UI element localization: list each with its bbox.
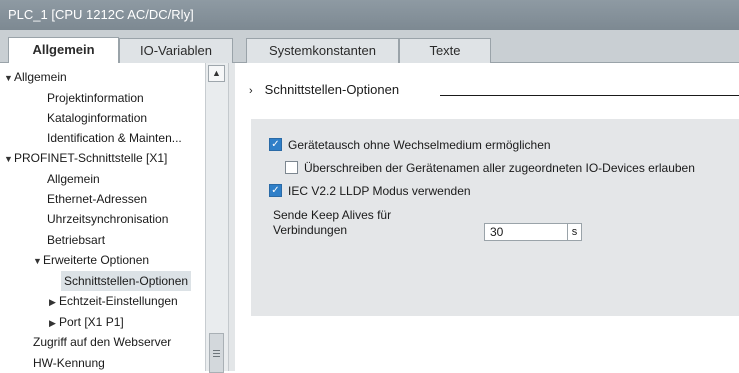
section-header[interactable]: › Schnittstellen-Optionen — [249, 82, 399, 97]
options-panel: ✓ Gerätetausch ohne Wechselmedium ermögli… — [251, 119, 739, 316]
tree-item-echtzeit-einstellungen[interactable]: ▶ Echtzeit-Einstellungen — [49, 291, 178, 311]
tab-texte[interactable]: Texte — [399, 38, 491, 63]
properties-content: › Schnittstellen-Optionen ✓ Gerätetausch o… — [235, 63, 739, 371]
tree-item-uhrzeitsynchronisation[interactable]: Uhrzeitsynchronisation — [47, 209, 168, 229]
device-replacement-option: ✓ Gerätetausch ohne Wechselmedium ermögli… — [269, 136, 551, 154]
device-replacement-checkbox[interactable]: ✓ — [269, 138, 282, 152]
panel-splitter[interactable] — [228, 63, 235, 371]
keep-alive-label-line1: Sende Keep Alives für — [273, 208, 392, 222]
lldp-mode-label: IEC V2.2 LLDP Modus verwenden — [288, 184, 471, 198]
tab-allgemein[interactable]: Allgemein — [8, 37, 119, 64]
tree-item-label: Allgemein — [14, 70, 67, 84]
tree-item-erweiterte-optionen[interactable]: ▼Erweiterte Optionen — [33, 250, 149, 270]
tree-item-profinet-allgemein[interactable]: Allgemein — [47, 169, 100, 189]
overwrite-names-checkbox[interactable] — [285, 161, 298, 175]
tab-systemkonstanten[interactable]: Systemkonstanten — [246, 38, 399, 63]
tree-item-label: PROFINET-Schnittstelle [X1] — [14, 151, 168, 165]
keep-alive-input[interactable]: 30 — [484, 223, 568, 241]
section-title: Schnittstellen-Optionen — [264, 82, 400, 97]
expand-down-icon[interactable]: ▼ — [4, 149, 14, 169]
tree-item-port-x1-p1[interactable]: ▶ Port [X1 P1] — [49, 312, 124, 332]
tree-item-label: Port [X1 P1] — [59, 315, 124, 329]
tab-bar: Allgemein IO-Variablen Systemkonstanten … — [0, 30, 739, 64]
tree-item-ethernet-adressen[interactable]: Ethernet-Adressen — [47, 189, 147, 209]
tab-io-variablen[interactable]: IO-Variablen — [119, 38, 233, 63]
tree-item-webserver[interactable]: Zugriff auf den Webserver — [33, 332, 171, 352]
scroll-up-icon[interactable]: ▲ — [208, 65, 225, 82]
device-replacement-label: Gerätetausch ohne Wechselmedium ermöglic… — [288, 138, 551, 152]
tree-item-label: Erweiterte Optionen — [43, 253, 150, 267]
keep-alive-label-line2: Verbindungen — [273, 223, 348, 237]
overwrite-names-label: Überschreiben der Gerätenamen aller zuge… — [304, 161, 695, 175]
overwrite-names-option: Überschreiben der Gerätenamen aller zuge… — [285, 159, 695, 177]
section-divider — [440, 95, 739, 96]
lldp-mode-option: ✓ IEC V2.2 LLDP Modus verwenden — [269, 182, 471, 200]
navigation-tree: ▼Allgemein Projektinformation Kataloginf… — [0, 63, 228, 371]
tree-item-profinet[interactable]: ▼PROFINET-Schnittstelle [X1] — [4, 148, 167, 168]
expand-right-icon[interactable]: ▶ — [49, 292, 59, 312]
tree-item-hw-kennung[interactable]: HW-Kennung — [33, 353, 105, 371]
keep-alive-unit: s — [568, 223, 582, 241]
scrollbar-thumb[interactable] — [209, 333, 224, 373]
tree-item-kataloginformation[interactable]: Kataloginformation — [47, 108, 147, 128]
tree-item-identification[interactable]: Identification & Mainten... — [47, 128, 182, 148]
expand-down-icon[interactable]: ▼ — [4, 68, 14, 88]
expand-right-icon[interactable]: ▶ — [49, 313, 59, 333]
tree-item-label: Echtzeit-Einstellungen — [59, 294, 178, 308]
lldp-mode-checkbox[interactable]: ✓ — [269, 184, 282, 198]
tree-item-betriebsart[interactable]: Betriebsart — [47, 230, 105, 250]
chevron-right-icon[interactable]: › — [249, 85, 253, 97]
tree-item-projektinformation[interactable]: Projektinformation — [47, 88, 144, 108]
window-title: PLC_1 [CPU 1212C AC/DC/Rly] — [0, 0, 739, 30]
tree-item-allgemein[interactable]: ▼Allgemein — [4, 67, 67, 87]
expand-down-icon[interactable]: ▼ — [33, 251, 43, 271]
keep-alive-label: Sende Keep Alives für Verbindungen — [273, 208, 391, 238]
tree-item-schnittstellen-optionen[interactable]: Schnittstellen-Optionen — [61, 271, 192, 291]
tree-scrollbar[interactable]: ▲ — [205, 63, 228, 373]
